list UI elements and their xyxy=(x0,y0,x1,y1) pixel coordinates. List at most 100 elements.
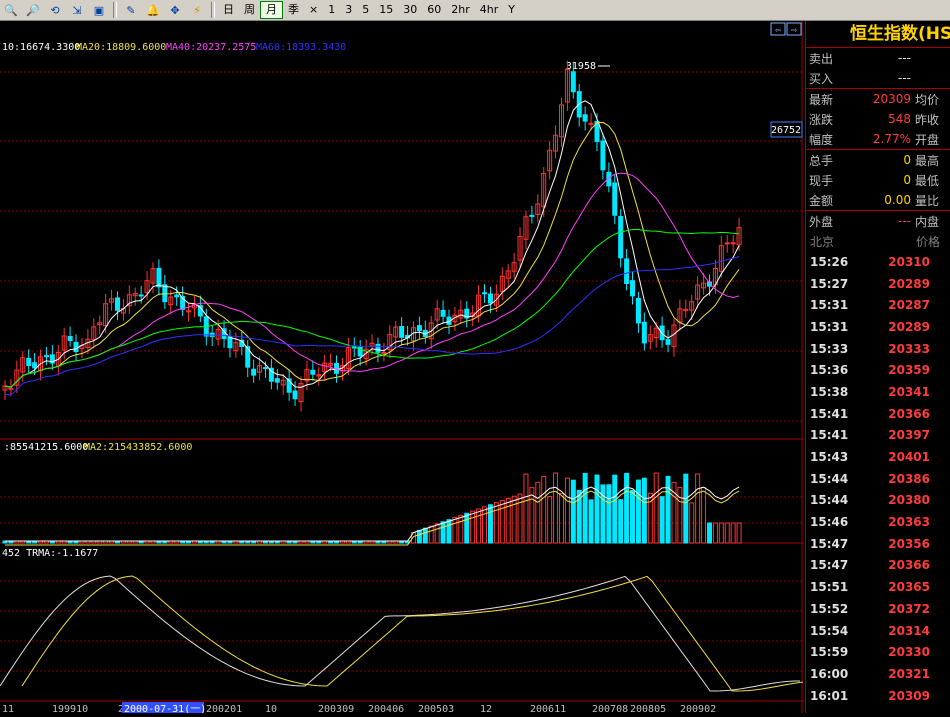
period-button-13[interactable]: Y xyxy=(503,2,520,18)
quote-label-2: 昨收 xyxy=(915,112,940,127)
quote-value: --- xyxy=(898,71,911,85)
tick-price: 20310 xyxy=(888,254,930,269)
ma40-label: MA40:20237.2575 xyxy=(166,42,256,53)
tick-price: 20380 xyxy=(888,493,930,508)
period-button-11[interactable]: 2hr xyxy=(446,2,475,18)
chart-canvas[interactable]: 10:16674.3300MA20:18809.6000 MA40:20237.2… xyxy=(0,21,823,715)
candle-body xyxy=(487,293,493,304)
quote-label-2: 均价 xyxy=(915,92,940,107)
zoom-out-icon[interactable]: 🔎 xyxy=(24,2,42,18)
volume-bar xyxy=(434,523,440,544)
tick-time: 15:27 xyxy=(810,276,849,291)
tick-row: 16:00 20321 xyxy=(806,663,950,685)
export-icon[interactable]: ⇲ xyxy=(68,2,86,18)
alarm-icon[interactable]: 🔔 xyxy=(144,2,162,18)
candle-body xyxy=(416,325,422,332)
x-axis-label: 200708 xyxy=(592,704,628,713)
period-button-6[interactable]: 3 xyxy=(340,2,357,18)
candle-body xyxy=(114,297,120,311)
candle-body xyxy=(26,357,32,366)
tick-row: 15:52 20372 xyxy=(806,598,950,620)
candle-body xyxy=(582,114,588,122)
tick-row: 15:33 20333 xyxy=(806,338,950,360)
zoom-in-icon[interactable]: 🔍 xyxy=(2,2,20,18)
quote-value: --- xyxy=(898,214,911,228)
restore-icon[interactable]: ⟲ xyxy=(46,2,64,18)
kline-chart-area[interactable]: 10:16674.3300 MA20:18809.6000 MA40:20237.2… xyxy=(0,21,823,715)
x-axis-label: 200503 xyxy=(418,704,454,713)
trix-line xyxy=(0,575,801,692)
period-button-2[interactable]: 月 xyxy=(260,1,283,19)
period-button-7[interactable]: 5 xyxy=(357,2,374,18)
tick-row: 15:36 20359 xyxy=(806,359,950,381)
volume-bar xyxy=(558,493,564,544)
tick-time: 15:44 xyxy=(810,493,849,508)
period-button-9[interactable]: 30 xyxy=(398,2,422,18)
candle-body xyxy=(67,335,73,342)
quote-label: 卖出 xyxy=(809,51,834,66)
tick-row: 15:47 20366 xyxy=(806,555,950,577)
candle-body xyxy=(612,182,618,216)
cursor-price: 26752 xyxy=(771,125,801,136)
tick-row: 15:51 20365 xyxy=(806,576,950,598)
quote-label-2: 内盘 xyxy=(915,214,940,229)
quote-label-2: 最高 xyxy=(915,153,940,168)
volume-bar xyxy=(582,472,588,544)
volume-bar xyxy=(588,499,594,544)
candle-body xyxy=(138,294,144,297)
tick-time: 15:54 xyxy=(810,623,849,638)
candle-body xyxy=(156,267,162,288)
quote-label: 最新 xyxy=(809,92,834,107)
tick-row: 15:44 20380 xyxy=(806,490,950,512)
period-button-5[interactable]: 1 xyxy=(323,2,340,18)
period-button-10[interactable]: 60 xyxy=(422,2,446,18)
quote-value: 20309 xyxy=(872,92,911,106)
draw-icon[interactable]: ✎ xyxy=(122,2,140,18)
period-button-1[interactable]: 周 xyxy=(239,2,260,18)
quote-row: 外盘 --- 内盘 xyxy=(806,211,950,231)
candle-body xyxy=(440,309,446,317)
quote-label-2: 最低 xyxy=(915,173,940,188)
period-button-3[interactable]: 季 xyxy=(283,2,304,18)
tick-price: 20341 xyxy=(888,384,930,399)
tick-header-time: 北京 xyxy=(810,234,835,249)
tick-list[interactable]: 15:26 20310 15:27 20289 15:31 20287 15:31 20289… xyxy=(806,251,950,706)
quote-label: 外盘 xyxy=(809,214,834,229)
x-axis-label: 200201 xyxy=(206,704,242,713)
volume-bar xyxy=(446,519,452,544)
volume-bar xyxy=(630,489,636,544)
tick-row: 15:41 20397 xyxy=(806,425,950,447)
x-axis-label: 200309 xyxy=(318,704,354,713)
volume-bar xyxy=(416,529,422,544)
candle-body xyxy=(570,71,576,93)
candle-body xyxy=(251,368,257,376)
period-button-0[interactable]: 日 xyxy=(218,2,239,18)
tick-price: 20321 xyxy=(888,666,930,681)
lightning-icon[interactable]: ⚡ xyxy=(188,2,206,18)
tick-price: 20386 xyxy=(888,471,930,486)
pinned-icon[interactable]: ✥ xyxy=(166,2,184,18)
ma10-label: 10:16674.3300 xyxy=(2,42,80,53)
candle-body xyxy=(32,362,38,369)
period-button-8[interactable]: 15 xyxy=(374,2,398,18)
quote-row: 总手 0 最高 xyxy=(806,150,950,170)
tick-price: 20363 xyxy=(888,515,930,530)
tick-row: 15:38 20341 xyxy=(806,381,950,403)
period-button-4[interactable]: × xyxy=(304,2,323,18)
tick-row: 15:47 20356 xyxy=(806,533,950,555)
tick-time: 15:47 xyxy=(810,558,849,573)
volume-bar xyxy=(718,522,724,544)
quote-row: 涨跌 548 昨收 xyxy=(806,109,950,129)
period-button-12[interactable]: 4hr xyxy=(475,2,504,18)
tick-header: 北京 价格 xyxy=(806,231,950,251)
tick-price: 20289 xyxy=(888,276,930,291)
candle-body xyxy=(641,321,647,344)
volume-bar xyxy=(464,512,470,544)
volume-bar xyxy=(523,473,529,544)
volume-bar xyxy=(606,484,612,544)
window-icon[interactable]: ▣ xyxy=(90,2,108,18)
trma-line xyxy=(21,575,823,692)
trix-label: 452 TRMA:-1.1677 xyxy=(2,548,98,559)
candle-body xyxy=(8,387,14,390)
volume-bar xyxy=(624,472,630,544)
